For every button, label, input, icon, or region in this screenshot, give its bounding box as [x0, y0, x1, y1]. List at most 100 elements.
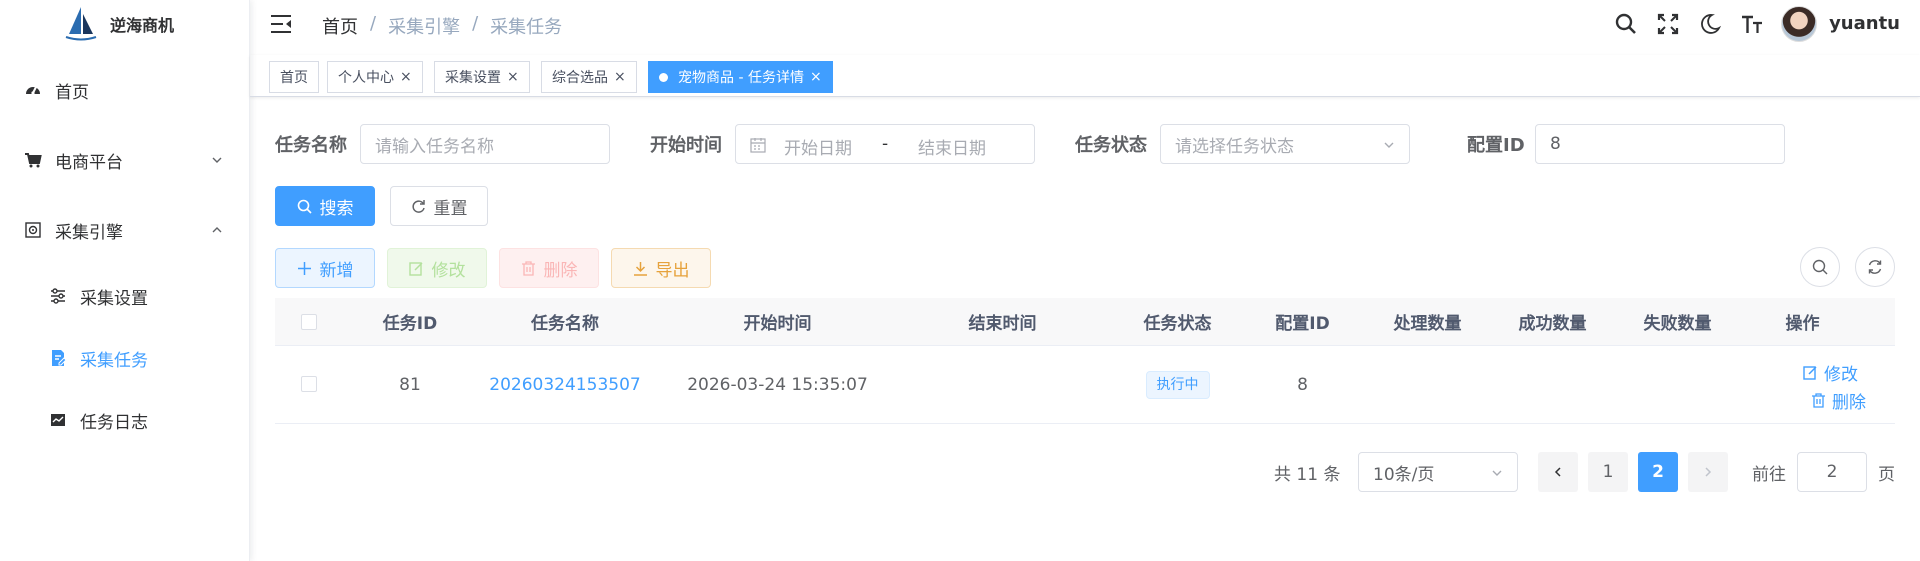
sidebar-item-label: 采集任务	[80, 350, 148, 371]
edit-icon	[408, 261, 423, 276]
task-id-cell: 81	[399, 374, 421, 395]
config-id-value: 8	[1550, 134, 1561, 154]
page-1-button[interactable]: 1	[1588, 452, 1628, 492]
prev-page-button[interactable]	[1538, 452, 1578, 492]
pagination-total: 共 11 条	[1274, 465, 1341, 485]
download-icon	[633, 261, 647, 276]
search-button[interactable]: 搜索	[275, 186, 375, 226]
tag-label: 综合选品	[552, 70, 608, 86]
sidebar-item-label: 采集引擎	[55, 222, 123, 243]
row-delete-label: 删除	[1832, 393, 1866, 413]
breadcrumb-item-current: 采集任务	[490, 17, 563, 38]
dark-mode-moon-icon[interactable]	[1697, 11, 1723, 37]
menu-fold-icon[interactable]	[270, 14, 292, 34]
logo[interactable]: 逆海商机	[0, 0, 249, 47]
navbar: 首页 / 采集引擎 / 采集任务 yuantu	[250, 0, 1920, 47]
status-label: 任务状态	[1075, 135, 1147, 156]
tags-view: 首页 个人中心 × 采集设置 × 综合选品 × 宠物商品 - 任务详情 ×	[250, 55, 1920, 97]
sidebar-item-label: 电商平台	[55, 152, 123, 173]
tag-profile[interactable]: 个人中心 ×	[327, 61, 423, 93]
tag-collection-settings[interactable]: 采集设置 ×	[434, 61, 530, 93]
table-header: 任务ID 任务名称 开始时间 结束时间 任务状态 配置ID 处理数量 成功数量 …	[275, 298, 1895, 346]
add-button-label: 新增	[319, 260, 354, 281]
search-icon[interactable]	[1613, 11, 1639, 37]
trash-icon	[1812, 393, 1825, 408]
close-icon[interactable]: ×	[614, 69, 626, 85]
breadcrumb-separator: /	[472, 13, 479, 34]
goto-page-input[interactable]: 2	[1797, 452, 1867, 492]
tag-task-detail[interactable]: 宠物商品 - 任务详情 ×	[648, 61, 833, 93]
active-dot-icon	[659, 72, 668, 82]
tag-label: 首页	[280, 70, 308, 86]
config-id-label: 配置ID	[1467, 135, 1525, 156]
select-all-checkbox[interactable]	[301, 314, 317, 330]
chevron-down-icon	[212, 157, 222, 163]
fullscreen-icon[interactable]	[1655, 11, 1681, 37]
table-row: 81 20260324153507 2026-03-24 15:35:07 执行…	[275, 346, 1895, 424]
sliders-icon	[49, 287, 67, 305]
app-title: 逆海商机	[110, 15, 175, 35]
sidebar-item-collection-tasks[interactable]: 采集任务	[0, 330, 249, 386]
sidebar-item-label: 首页	[55, 82, 89, 103]
status-badge: 执行中	[1145, 370, 1210, 399]
close-icon[interactable]: ×	[507, 69, 519, 85]
page-2-button[interactable]: 2	[1638, 452, 1678, 492]
avatar[interactable]	[1781, 5, 1818, 42]
close-icon[interactable]: ×	[400, 69, 412, 85]
page-size-select[interactable]: 10条/页	[1358, 452, 1518, 492]
chevron-down-icon	[1384, 142, 1394, 148]
goto-unit: 页	[1878, 465, 1895, 485]
start-date-input[interactable]: 开始日期	[784, 134, 852, 159]
shopping-cart-icon	[24, 151, 42, 169]
start-time-cell: 2026-03-24 15:35:07	[687, 374, 868, 395]
close-icon[interactable]: ×	[810, 69, 822, 85]
sidebar-item-home[interactable]: 首页	[0, 62, 249, 118]
column-header: 任务名称	[531, 314, 599, 334]
trash-icon	[521, 260, 535, 276]
username[interactable]: yuantu	[1829, 13, 1900, 34]
row-delete-link[interactable]: 删除	[1811, 388, 1866, 413]
refresh-table-button[interactable]	[1855, 247, 1895, 287]
status-placeholder: 请选择任务状态	[1175, 136, 1294, 157]
status-select[interactable]: 请选择任务状态	[1160, 124, 1410, 164]
font-size-icon[interactable]	[1739, 11, 1765, 37]
sidebar-item-label: 任务日志	[80, 412, 148, 433]
task-name-link[interactable]: 20260324153507	[465, 375, 665, 395]
reset-button-label: 重置	[433, 198, 468, 219]
engine-icon	[24, 221, 42, 239]
sidebar-item-label: 采集设置	[80, 288, 148, 309]
toggle-search-button[interactable]	[1800, 247, 1840, 287]
tag-home[interactable]: 首页	[269, 61, 319, 93]
column-header: 成功数量	[1518, 314, 1587, 334]
column-header: 处理数量	[1393, 314, 1462, 334]
add-button[interactable]: 新增	[275, 248, 375, 288]
sidebar-item-ecommerce[interactable]: 电商平台	[0, 132, 249, 188]
tag-product-selection[interactable]: 综合选品 ×	[541, 61, 637, 93]
column-header: 任务ID	[382, 314, 438, 334]
edit-button: 修改	[387, 248, 487, 288]
sidebar-item-collection-engine[interactable]: 采集引擎	[0, 202, 249, 258]
date-range-picker[interactable]: 开始日期 - 结束日期	[735, 124, 1035, 164]
column-header: 开始时间	[743, 314, 812, 334]
page-size-value: 10条/页	[1373, 464, 1435, 485]
export-button[interactable]: 导出	[611, 248, 711, 288]
next-page-button	[1688, 452, 1728, 492]
row-edit-link[interactable]: 修改	[1803, 360, 1858, 385]
sidebar-item-task-logs[interactable]: 任务日志	[0, 392, 249, 448]
task-table: 任务ID 任务名称 开始时间 结束时间 任务状态 配置ID 处理数量 成功数量 …	[275, 298, 1895, 424]
refresh-icon	[1868, 260, 1882, 274]
search-button-label: 搜索	[319, 198, 354, 219]
end-date-input[interactable]: 结束日期	[918, 134, 986, 159]
breadcrumb-item-home[interactable]: 首页	[322, 13, 358, 39]
export-button-label: 导出	[655, 260, 690, 281]
edit-button-label: 修改	[431, 260, 466, 281]
task-name-input[interactable]: 请输入任务名称	[360, 124, 610, 164]
search-icon	[297, 199, 312, 214]
calendar-icon	[750, 138, 766, 153]
config-id-input[interactable]: 8	[1535, 124, 1785, 164]
row-edit-label: 修改	[1824, 365, 1858, 385]
sidebar-item-collection-settings[interactable]: 采集设置	[0, 268, 249, 324]
breadcrumb: 首页 / 采集引擎 / 采集任务	[322, 13, 562, 39]
row-checkbox[interactable]	[301, 376, 317, 392]
reset-button[interactable]: 重置	[390, 186, 488, 226]
